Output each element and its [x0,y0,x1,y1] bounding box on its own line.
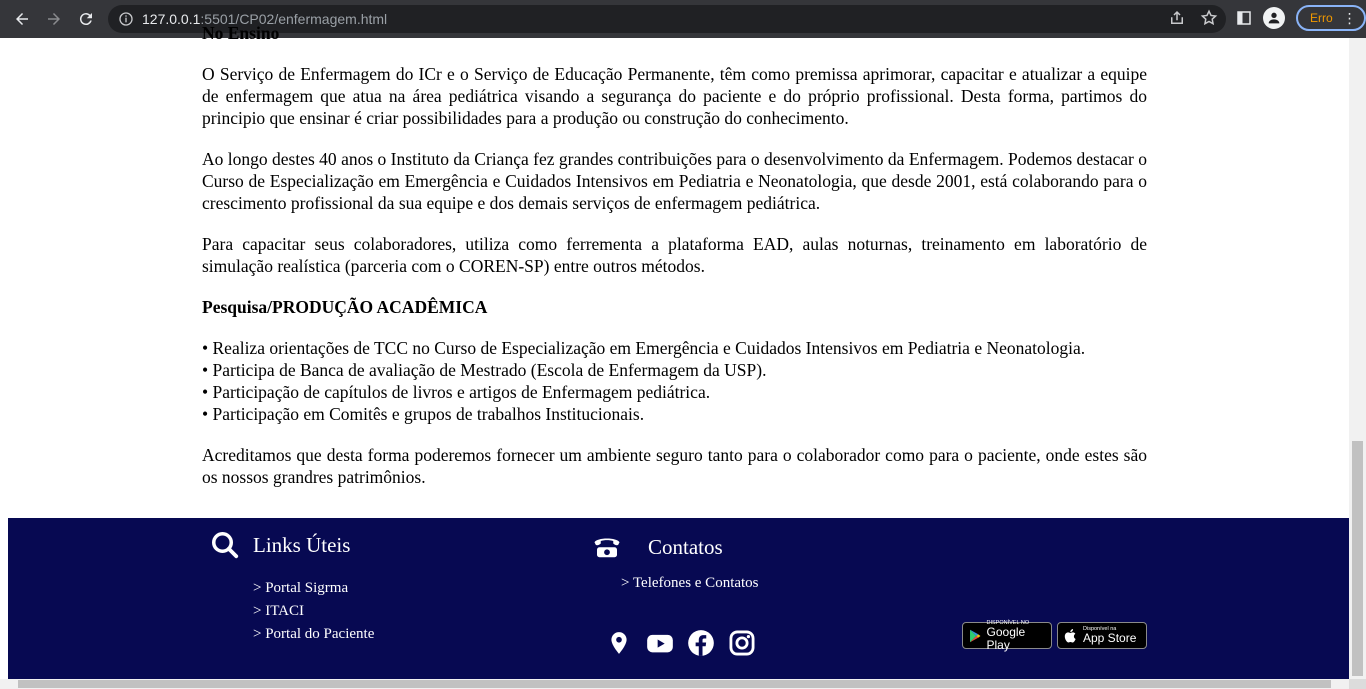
reload-icon [79,13,92,26]
list-item: • Participa de Banca de avaliação de Mes… [202,360,767,380]
url-host: 127.0.0.1 [142,11,201,27]
app-store-text: Disponível na App Store [1083,626,1136,645]
main-content: No Ensino O Serviço de Enfermagem do ICr… [202,23,1147,507]
share-icon[interactable] [1168,9,1186,27]
list-item: • Participação de capítulos de livros e … [202,382,711,402]
list-item: • Realiza orientações de TCC no Curso de… [202,338,1086,358]
scrollbar-corner [1349,679,1366,689]
section-heading-ensino: No Ensino [202,23,280,43]
vertical-scrollbar[interactable] [1349,38,1366,679]
menu-dots-icon[interactable]: ⋮ [1343,10,1357,27]
paragraph-ensino-1: O Serviço de Enfermagem do ICr e o Servi… [202,64,1147,128]
links-title: Links Úteis [253,533,351,557]
profile-error-label: Erro [1310,11,1333,25]
person-icon [1268,12,1280,24]
section-heading-pesquisa: Pesquisa/PRODUÇÃO ACADÊMICA [202,297,488,317]
contacts-title: Contatos [648,535,723,559]
instagram-icon[interactable] [728,629,756,657]
google-play-badge[interactable]: DISPONÍVEL NO Google Play [962,620,1052,652]
youtube-icon[interactable] [645,629,675,657]
footer: Links Úteis > Portal Sigrma > ITACI > Po… [8,518,1349,679]
side-panel-button[interactable] [1232,4,1256,32]
vertical-scrollbar-thumb[interactable] [1352,441,1363,676]
google-play-label: Google Play [986,624,1026,652]
app-store-label: App Store [1083,631,1137,645]
telephone-icon [594,538,620,558]
paragraph-ensino-2: Ao longo destes 40 anos o Instituto da C… [202,149,1147,213]
horizontal-scrollbar[interactable] [0,679,1349,689]
profile-error-button[interactable]: Erro ⋮ [1296,5,1366,31]
bookmark-star-icon[interactable] [1200,9,1218,27]
link-portal-paciente[interactable]: > Portal do Paciente [253,626,374,643]
google-play-icon [970,629,981,642]
search-icon [212,532,239,559]
back-button[interactable] [6,3,38,35]
link-portal-sigrma[interactable]: > Portal Sigrma [253,580,348,597]
forward-button[interactable] [38,3,70,35]
google-play-text: DISPONÍVEL NO Google Play [987,620,1045,652]
link-itaci[interactable]: > ITACI [253,603,304,620]
closing-paragraph: Acreditamos que desta forma poderemos fo… [202,445,1147,487]
app-store-badge[interactable]: Disponível na App Store [1057,622,1147,649]
list-item: • Participação em Comitês e grupos de tr… [202,404,645,424]
horizontal-scrollbar-thumb[interactable] [18,680,1331,688]
info-icon[interactable] [118,11,134,27]
research-bullet-list: • Realiza orientações de TCC no Curso de… [202,337,1147,425]
avatar [1263,7,1285,29]
facebook-icon[interactable] [687,629,715,657]
apple-icon [1064,628,1076,642]
back-arrow-icon [16,13,28,25]
side-panel-icon [1237,11,1251,25]
location-pin-icon[interactable] [606,629,632,657]
link-telefones-contatos[interactable]: > Telefones e Contatos [621,575,759,592]
reload-button[interactable] [70,3,102,35]
profile-button[interactable] [1262,4,1286,32]
forward-arrow-icon [48,13,60,25]
paragraph-ensino-3: Para capacitar seus colaboradores, utili… [202,234,1147,276]
